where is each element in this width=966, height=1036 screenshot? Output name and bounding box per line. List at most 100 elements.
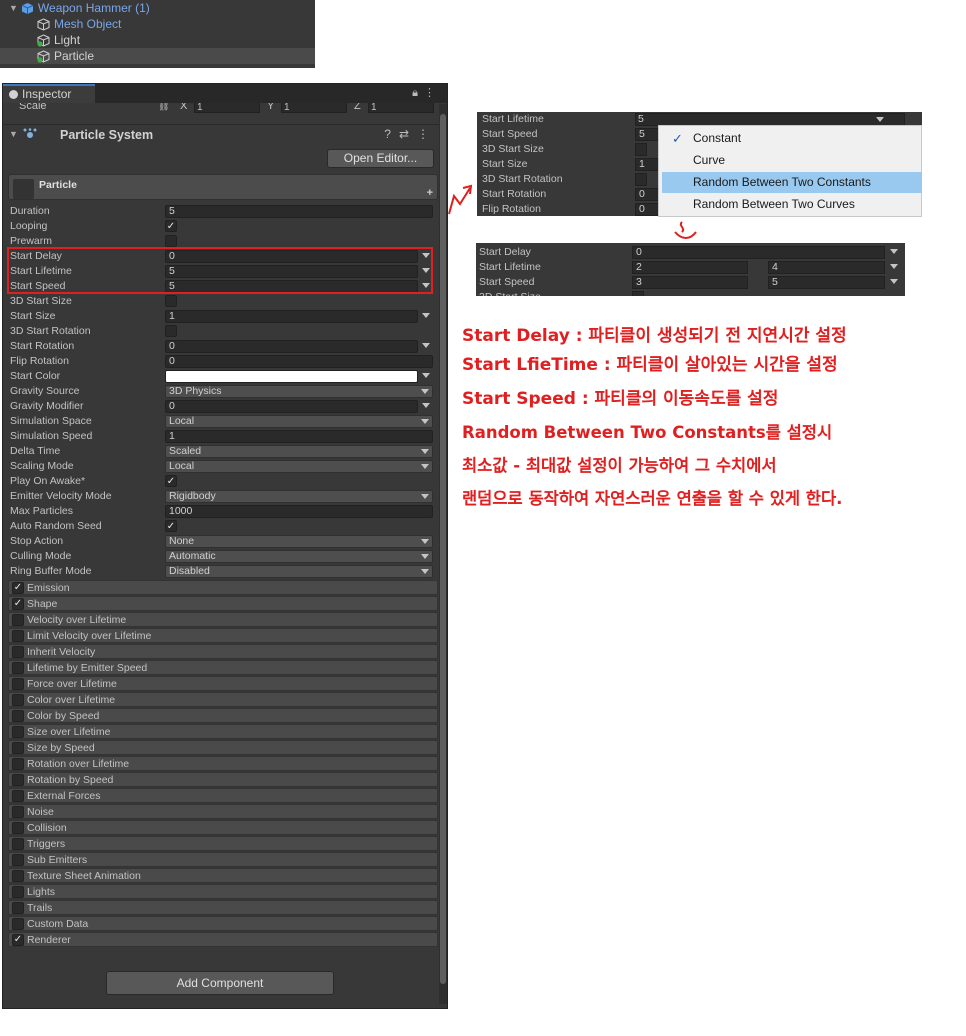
module-checkbox[interactable]: [12, 886, 24, 898]
snapshot-field[interactable]: [635, 173, 647, 186]
hierarchy-item-mesh-object[interactable]: Mesh Object: [0, 16, 315, 32]
hierarchy-item-weapon-hammer[interactable]: ▼ Weapon Hammer (1): [0, 0, 315, 16]
property-checkbox[interactable]: ✓: [165, 520, 177, 532]
curve-mode-arrow-icon[interactable]: [890, 264, 898, 269]
property-field[interactable]: 5: [165, 205, 433, 218]
scale-x-field[interactable]: 1: [194, 103, 260, 113]
property-dropdown[interactable]: None: [165, 535, 433, 548]
module-checkbox[interactable]: ✓: [12, 598, 24, 610]
module-row[interactable]: External Forces: [8, 788, 438, 803]
property-dropdown[interactable]: 3D Physics: [165, 385, 433, 398]
module-row[interactable]: Texture Sheet Animation: [8, 868, 438, 883]
hierarchy-item-particle[interactable]: Particle: [0, 48, 315, 64]
menu-item[interactable]: Random Between Two Constants: [662, 172, 922, 193]
module-row[interactable]: Color by Speed: [8, 708, 438, 723]
particle-system-component-header[interactable]: ▼ Particle System ?⇄⋮: [3, 124, 447, 144]
property-checkbox[interactable]: [165, 295, 177, 307]
module-row[interactable]: Collision: [8, 820, 438, 835]
module-row[interactable]: Force over Lifetime: [8, 676, 438, 691]
plus-icon[interactable]: +: [427, 187, 433, 199]
snapshot-field[interactable]: [635, 143, 647, 156]
curve-mode-arrow-icon[interactable]: [422, 373, 430, 378]
kebab-menu-icon[interactable]: ⋮: [417, 127, 437, 141]
scale-y-field[interactable]: 1: [281, 103, 347, 113]
property-field[interactable]: 0: [165, 355, 433, 368]
module-row[interactable]: Limit Velocity over Lifetime: [8, 628, 438, 643]
menu-item[interactable]: Random Between Two Curves: [662, 194, 922, 215]
module-row[interactable]: Size over Lifetime: [8, 724, 438, 739]
property-checkbox[interactable]: ✓: [165, 475, 177, 487]
property-dropdown[interactable]: Rigidbody: [165, 490, 433, 503]
module-checkbox[interactable]: [12, 790, 24, 802]
module-checkbox[interactable]: [12, 742, 24, 754]
property-field[interactable]: 0: [165, 340, 418, 353]
property-field[interactable]: 1: [165, 430, 433, 443]
module-checkbox[interactable]: [12, 726, 24, 738]
module-row[interactable]: Sub Emitters: [8, 852, 438, 867]
property-checkbox[interactable]: [165, 235, 177, 247]
module-row[interactable]: ✓ Shape: [8, 596, 438, 611]
module-checkbox[interactable]: [12, 678, 24, 690]
kebab-menu-icon[interactable]: ⋮: [424, 87, 441, 99]
max-value-field[interactable]: 4: [768, 261, 885, 274]
menu-item[interactable]: ✓ Constant: [662, 128, 922, 149]
module-row[interactable]: Velocity over Lifetime: [8, 612, 438, 627]
module-checkbox[interactable]: [12, 870, 24, 882]
scale-z-field[interactable]: 1: [368, 103, 434, 113]
module-checkbox[interactable]: [12, 902, 24, 914]
property-dropdown[interactable]: Local: [165, 460, 433, 473]
module-checkbox[interactable]: [12, 646, 24, 658]
module-row[interactable]: ✓ Emission: [8, 580, 438, 595]
inspector-scrollbar[interactable]: [439, 104, 447, 1004]
min-value-field[interactable]: 3: [632, 276, 748, 289]
module-checkbox[interactable]: ✓: [12, 582, 24, 594]
property-field[interactable]: 0: [165, 400, 418, 413]
min-value-field[interactable]: 2: [632, 261, 748, 274]
module-checkbox[interactable]: [12, 918, 24, 930]
curve-mode-arrow-icon[interactable]: [422, 343, 430, 348]
lock-icon[interactable]: 🔒︎: [412, 87, 424, 99]
module-row[interactable]: Triggers: [8, 836, 438, 851]
add-component-button[interactable]: Add Component: [106, 971, 334, 995]
module-checkbox[interactable]: [12, 806, 24, 818]
property-dropdown[interactable]: Disabled: [165, 565, 433, 578]
menu-item[interactable]: Curve: [662, 150, 922, 171]
module-checkbox[interactable]: [12, 630, 24, 642]
module-row[interactable]: Noise: [8, 804, 438, 819]
module-checkbox[interactable]: [12, 694, 24, 706]
expand-arrow-icon[interactable]: ▼: [9, 3, 18, 13]
module-row[interactable]: Inherit Velocity: [8, 644, 438, 659]
module-checkbox[interactable]: [12, 822, 24, 834]
module-checkbox[interactable]: ✓: [12, 934, 24, 946]
module-checkbox[interactable]: [12, 774, 24, 786]
hierarchy-item-light[interactable]: Light: [0, 32, 315, 48]
module-row[interactable]: Trails: [8, 900, 438, 915]
module-checkbox[interactable]: [12, 854, 24, 866]
property-field[interactable]: 1: [165, 310, 418, 323]
snapshot-checkbox[interactable]: [632, 291, 644, 296]
curve-mode-arrow-icon[interactable]: [890, 279, 898, 284]
help-icon[interactable]: ?: [384, 127, 399, 141]
curve-mode-arrow-icon[interactable]: [890, 249, 898, 254]
property-checkbox[interactable]: [165, 325, 177, 337]
property-dropdown[interactable]: Automatic: [165, 550, 433, 563]
property-checkbox[interactable]: ✓: [165, 220, 177, 232]
module-checkbox[interactable]: [12, 838, 24, 850]
property-dropdown[interactable]: Scaled: [165, 445, 433, 458]
curve-mode-arrow-icon[interactable]: [422, 403, 430, 408]
curve-mode-arrow-icon[interactable]: [422, 313, 430, 318]
module-checkbox[interactable]: [12, 662, 24, 674]
particle-module-header[interactable]: Particle +: [8, 174, 438, 200]
presets-icon[interactable]: ⇄: [399, 127, 417, 141]
module-row[interactable]: Lights: [8, 884, 438, 899]
module-row[interactable]: Rotation by Speed: [8, 772, 438, 787]
start-color-swatch[interactable]: [165, 370, 418, 383]
module-row[interactable]: Color over Lifetime: [8, 692, 438, 707]
tab-inspector[interactable]: Inspector: [3, 84, 95, 103]
module-row[interactable]: Custom Data: [8, 916, 438, 931]
link-icon[interactable]: ⛓︎: [158, 103, 169, 112]
snapshot-field[interactable]: 0: [632, 246, 885, 259]
fold-arrow-icon[interactable]: ▼: [9, 129, 18, 139]
module-row[interactable]: Lifetime by Emitter Speed: [8, 660, 438, 675]
module-row[interactable]: Rotation over Lifetime: [8, 756, 438, 771]
